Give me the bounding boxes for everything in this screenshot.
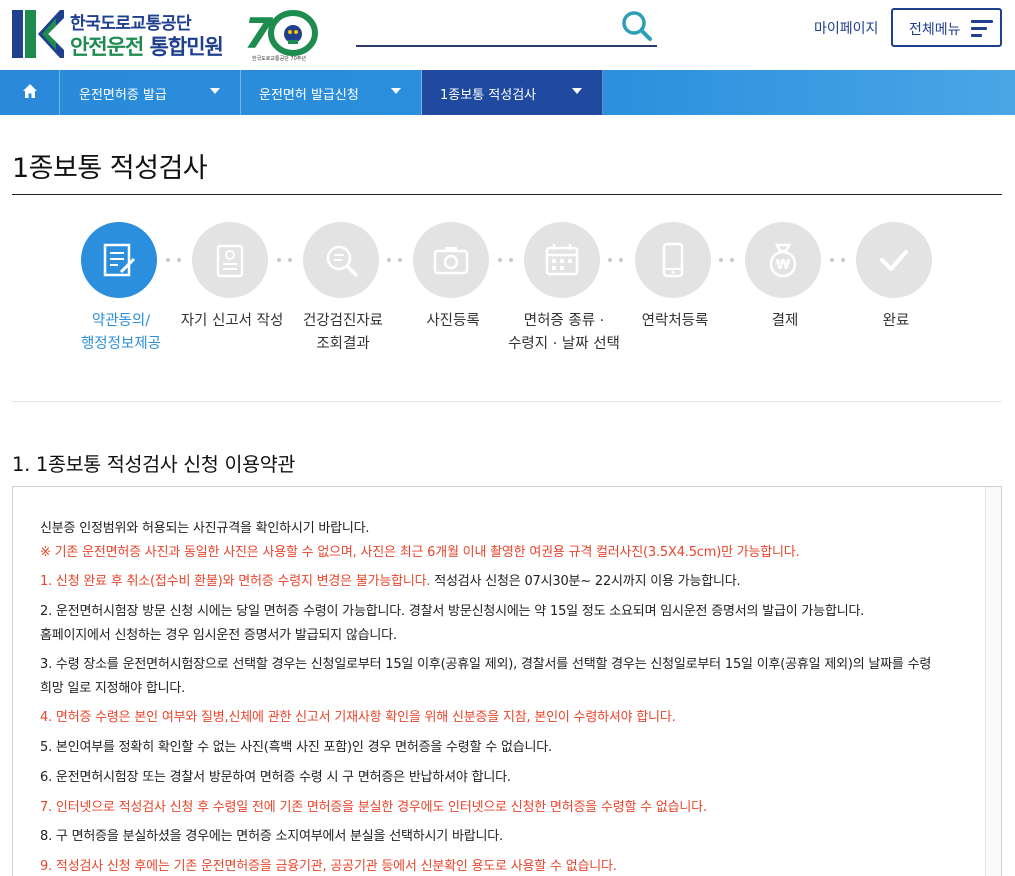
terms-scrollbar[interactable] (985, 487, 1001, 876)
step-connector (277, 258, 301, 262)
phone-icon (662, 242, 684, 278)
terms-scroll-box[interactable]: 신분증 인정범위와 허용되는 사진규격을 확인하시기 바랍니다. ※ 기존 운전… (12, 486, 1002, 876)
caret-down-icon (572, 88, 582, 94)
won-bag-icon: ₩ (769, 243, 797, 278)
title-divider (12, 194, 1002, 195)
anniversary-caption: 한국도로교통공단 70주년 (252, 56, 306, 62)
magnifier-document-icon (326, 245, 358, 277)
nav-item-license-issue[interactable]: 운전면허증 발급 (61, 70, 241, 115)
step-connector (498, 258, 522, 262)
nav-item-label: 운전면허 발급신청 (259, 88, 359, 103)
breadcrumb-nav: 운전면허증 발급 운전면허 발급신청 1종보통 적성검사 (0, 70, 1015, 115)
logo-service-name[interactable]: 안전운전 통합민원 (70, 31, 224, 61)
all-menu-button[interactable]: 전체메뉴 (891, 8, 1002, 47)
step-circle (413, 222, 489, 298)
step-circle (856, 222, 932, 298)
caret-down-icon (210, 88, 220, 94)
terms-line: 2. 운전면허시험장 방문 신청 시에는 당일 면허증 수령이 가능합니다. 경… (40, 604, 865, 619)
hamburger-icon (971, 19, 993, 37)
nav-item-license-apply[interactable]: 운전면허 발급신청 (241, 70, 422, 115)
step-circle (192, 222, 268, 298)
terms-line: 희망 일로 지정해야 합니다. (40, 681, 186, 696)
mypage-link[interactable]: 마이페이지 (814, 18, 878, 38)
search-underline (356, 45, 657, 47)
terms-line-warning: 4. 면허증 수령은 본인 여부와 질병,신체에 관한 신고서 기재사항 확인을… (40, 710, 676, 725)
logo-service-blue: 통합민원 (149, 35, 224, 59)
all-menu-label: 전체메뉴 (909, 22, 961, 38)
search-input[interactable] (356, 12, 611, 42)
terms-line: 1. 신청 완료 후 취소(접수비 환불)와 면허증 수령지 변경은 불가능합니… (40, 570, 741, 589)
step-circle (635, 222, 711, 298)
step-circle (81, 222, 157, 298)
section-divider (12, 401, 1002, 402)
svg-text:₩: ₩ (776, 258, 791, 273)
koroad-logo-icon[interactable] (12, 10, 64, 58)
terms-line-warning: 1. 신청 완료 후 취소(접수비 환불)와 면허증 수령지 변경은 불가능합니… (40, 574, 431, 589)
terms-line: 홈페이지에서 신청하는 경우 임시운전 증명서가 발급되지 않습니다. (40, 628, 397, 643)
check-icon (880, 250, 908, 271)
terms-title: 1. 1종보통 적성검사 신청 이용약관 (12, 453, 296, 476)
terms-line: 3. 수령 장소를 운전면허시험장으로 선택할 경우는 신청일로부터 15일 이… (40, 657, 932, 672)
step-label: 완료 (882, 313, 910, 329)
step-connector (166, 258, 190, 262)
step-connector (387, 258, 411, 262)
page-title: 1종보통 적성검사 (12, 153, 208, 184)
step-connector (830, 258, 854, 262)
step-circle (303, 222, 379, 298)
step-circle: ₩ (745, 222, 821, 298)
nav-item-label: 운전면허증 발급 (79, 88, 167, 103)
logo-service-green: 안전운전 (70, 35, 144, 59)
document-edit-icon (103, 243, 136, 277)
site-header: 한국도로교통공단 안전운전 통합민원 7 한국도로교통공단 70주년 마이페이지… (0, 0, 1015, 70)
terms-line-rest: 적성검사 신청은 07시30분~ 22시까지 이용 가능합니다. (430, 574, 741, 589)
calendar-icon (545, 244, 579, 276)
caret-down-icon (391, 88, 401, 94)
search-icon[interactable] (620, 9, 654, 43)
nav-item-aptitude-test[interactable]: 1종보통 적성검사 (422, 70, 603, 115)
step-connector (608, 258, 632, 262)
terms-line-warning: ※ 기존 운전면허증 사진과 동일한 사진은 사용할 수 없으며, 사진은 최근… (40, 545, 800, 560)
terms-line: 5. 본인여부를 정확히 확인할 수 없는 사진(흑백 사진 포함)인 경우 면… (40, 740, 552, 755)
clipboard-icon (216, 244, 244, 278)
terms-line-warning: 9. 적성검사 신청 후에는 기존 운전면허증을 금융기관, 공공기관 등에서 … (40, 859, 617, 874)
step-circle (524, 222, 600, 298)
terms-line-warning: 7. 인터넷으로 적성검사 신청 후 수령일 전에 기존 면허증을 분실한 경우… (40, 800, 707, 815)
home-icon (23, 84, 37, 98)
terms-line: 신분증 인정범위와 허용되는 사진규격을 확인하시기 바랍니다. (40, 521, 370, 536)
nav-item-label: 1종보통 적성검사 (440, 88, 537, 103)
step-connector (719, 258, 743, 262)
camera-icon (433, 247, 469, 275)
terms-line: 8. 구 면허증을 분실하셨을 경우에는 면허증 소지여부에서 분실을 선택하시… (40, 829, 503, 844)
nav-home-button[interactable] (0, 70, 60, 115)
terms-line: 6. 운전면허시험장 또는 경찰서 방문하여 면허증 수령 시 구 면허증은 반… (40, 770, 511, 785)
